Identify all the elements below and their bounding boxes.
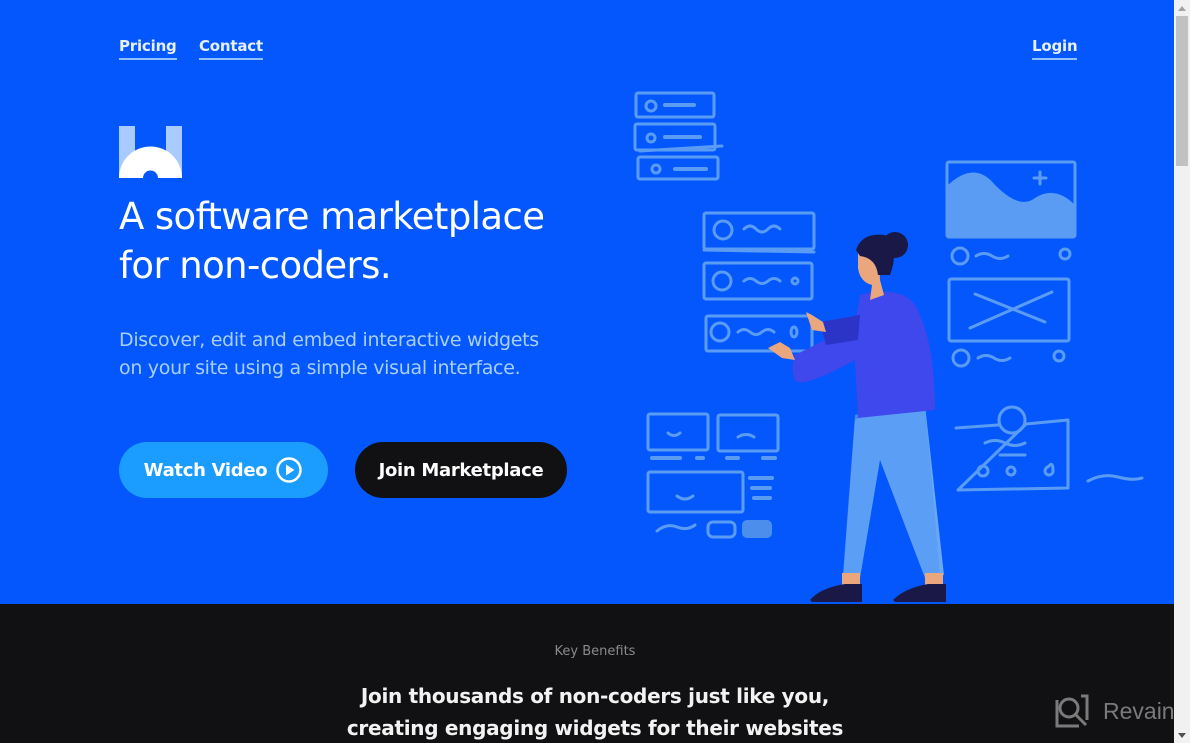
- join-marketplace-button[interactable]: Join Marketplace: [355, 442, 567, 498]
- hero-illustration: [633, 91, 1144, 602]
- nav-login-link[interactable]: Login: [1032, 37, 1078, 60]
- nav-contact-link[interactable]: Contact: [199, 37, 263, 60]
- profile-card-icon: [702, 211, 816, 353]
- watch-video-label: Watch Video: [143, 459, 268, 481]
- vertical-scrollbar[interactable]: [1174, 0, 1190, 743]
- hero-subtitle: Discover, edit and embed interactive wid…: [119, 326, 539, 382]
- hero-title-line-2: for non-coders.: [119, 244, 392, 287]
- key-benefits-kicker: Key Benefits: [554, 644, 636, 659]
- scrollbar-thumb[interactable]: [1176, 16, 1188, 166]
- list-card-icon: [633, 91, 724, 181]
- scroll-up-arrow-icon[interactable]: [1174, 0, 1190, 16]
- woman-figure-illustration: [768, 232, 946, 602]
- key-benefits-section: Key Benefits Join thousands of non-coder…: [0, 604, 1174, 743]
- brand-logo-icon[interactable]: [119, 126, 182, 178]
- hero-title-line-1: A software marketplace: [119, 195, 545, 238]
- revain-watermark: Revain: [1055, 694, 1175, 728]
- play-circle-icon: [276, 457, 303, 483]
- revain-watermark-text: Revain: [1103, 697, 1175, 724]
- join-marketplace-label: Join Marketplace: [378, 459, 544, 481]
- key-benefits-headline-line-1: Join thousands of non-coders just like y…: [360, 684, 830, 708]
- revain-logo-icon: [1055, 694, 1089, 728]
- key-benefits-headline-line-2: creating engaging widgets for their webs…: [346, 716, 844, 740]
- key-benefits-headline: Join thousands of non-coders just like y…: [0, 680, 1174, 743]
- hero-section: Pricing Contact Login A software marketp…: [0, 0, 1174, 604]
- hero-subtitle-line-1: Discover, edit and embed interactive wid…: [119, 329, 539, 351]
- feedback-faces-icon: [646, 412, 780, 539]
- contact-card-icon: [954, 405, 1144, 492]
- nav-pricing-link[interactable]: Pricing: [119, 37, 177, 60]
- hero-subtitle-line-2: on your site using a simple visual inter…: [119, 357, 521, 379]
- watch-video-button[interactable]: Watch Video: [119, 442, 328, 498]
- scroll-down-arrow-icon[interactable]: [1174, 727, 1190, 743]
- page: Pricing Contact Login A software marketp…: [0, 0, 1174, 743]
- hero-title: A software marketplace for non-coders.: [119, 192, 545, 290]
